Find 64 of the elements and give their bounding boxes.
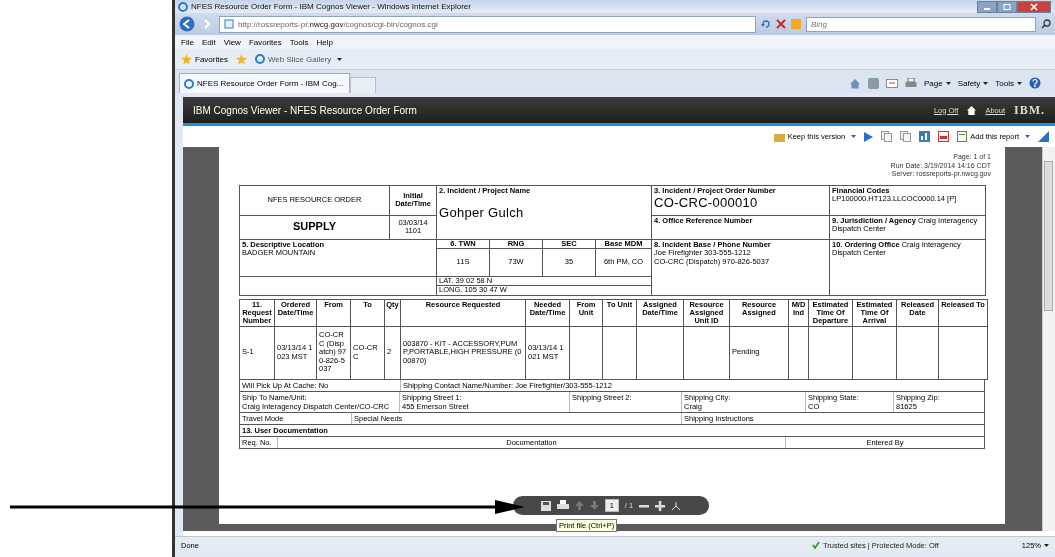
close-icon <box>1030 2 1038 11</box>
forward-icon <box>200 17 214 31</box>
search-icon[interactable] <box>1041 19 1051 29</box>
down-arrow-icon[interactable] <box>589 501 599 510</box>
maximize-icon <box>1003 3 1011 10</box>
browser-logo-icon <box>184 78 194 89</box>
page-icon <box>224 19 234 29</box>
feeds-icon[interactable] <box>867 77 879 89</box>
caret-icon <box>945 81 951 85</box>
save-icon[interactable] <box>540 500 551 511</box>
document-icon <box>957 131 968 142</box>
stop-icon[interactable] <box>776 19 786 29</box>
help-icon[interactable] <box>1029 77 1041 89</box>
print-icon[interactable] <box>556 500 569 511</box>
acrobat-icon[interactable] <box>671 500 682 511</box>
command-menu-button[interactable]: Tools <box>995 78 1022 88</box>
menu-item[interactable]: Favorites <box>248 37 282 47</box>
menu-item[interactable]: Edit <box>201 37 216 47</box>
menu-item[interactable]: Tools <box>289 37 309 47</box>
browser-logo-icon <box>254 54 265 64</box>
caret-icon <box>1025 135 1030 138</box>
browser-logo-icon <box>178 1 188 12</box>
caret-icon <box>1044 543 1049 547</box>
pdf-icon[interactable] <box>938 131 950 142</box>
scrollbar[interactable] <box>1042 147 1055 531</box>
back-icon <box>179 16 195 32</box>
menu-item[interactable]: View <box>223 37 241 47</box>
minimize-button[interactable] <box>977 0 997 13</box>
zoom-in-icon[interactable] <box>655 500 666 511</box>
caret-icon <box>1017 81 1022 85</box>
up-arrow-icon[interactable] <box>574 501 584 510</box>
order-number: CO-CRC-000010 <box>654 195 758 210</box>
run-icon[interactable] <box>864 131 874 142</box>
order-type: SUPPLY <box>293 219 336 232</box>
caret-icon <box>983 81 989 85</box>
search-engine-icon <box>791 19 801 29</box>
command-menu-button[interactable]: Page <box>923 78 951 88</box>
close-button[interactable] <box>1017 0 1051 13</box>
command-menu-button[interactable]: Safety <box>957 78 989 88</box>
browser-tab[interactable]: NFES Resource Order Form - IBM Cog... <box>179 73 351 93</box>
check-icon <box>812 541 821 549</box>
refresh-icon[interactable] <box>761 19 771 29</box>
address-field[interactable]: http://rossreports-pr.nwcg.gov/cognos/cgi-bin/cognos.cgi <box>219 15 756 33</box>
back-button[interactable] <box>179 16 195 32</box>
copy-icon[interactable] <box>881 131 893 142</box>
caret-icon <box>337 57 343 61</box>
corner-triangle-icon[interactable] <box>1038 131 1049 142</box>
folder-icon <box>773 131 785 142</box>
chart-icon[interactable] <box>919 131 931 142</box>
star-icon <box>181 53 192 65</box>
viewer-title: IBM Cognos Viewer - NFES Resource Order Form <box>193 104 417 116</box>
incident-name: Gohper Gulch <box>439 205 524 220</box>
maximize-button[interactable] <box>997 0 1017 13</box>
web-slice-gallery-link[interactable]: Web Slice Gallery <box>254 54 343 64</box>
mail-icon[interactable] <box>885 78 898 88</box>
paste-icon[interactable] <box>900 131 912 142</box>
caret-icon <box>851 135 857 138</box>
favorites-button[interactable]: Favorites <box>181 53 228 65</box>
home-icon[interactable] <box>967 105 977 115</box>
window-title: NFES Resource Order Form - IBM Cognos Viewer - Windows Internet Explorer <box>191 2 471 11</box>
menu-item[interactable]: File <box>181 37 194 47</box>
search-field[interactable]: Bing <box>806 16 1036 32</box>
ibm-logo: IBM. <box>1014 102 1045 118</box>
menu-item[interactable]: Help <box>316 37 333 47</box>
